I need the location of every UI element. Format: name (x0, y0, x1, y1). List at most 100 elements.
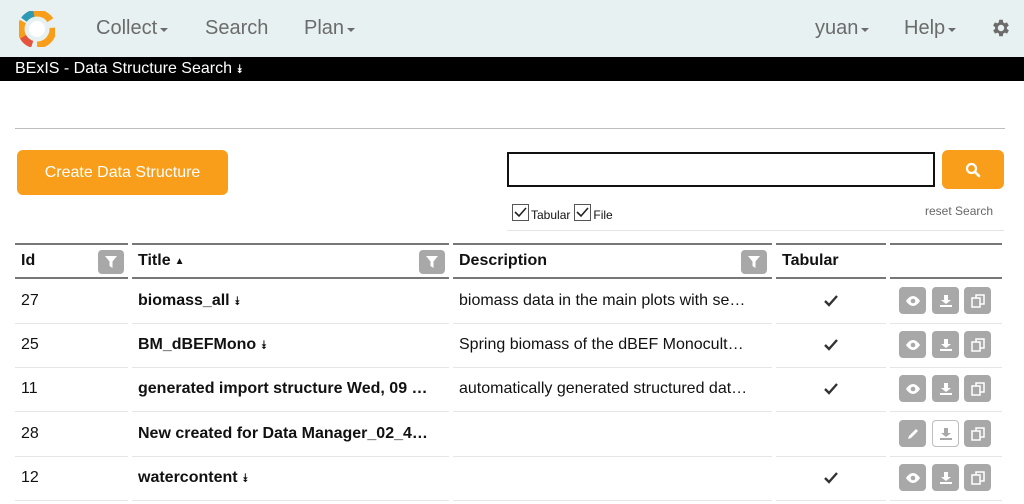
nav-help[interactable]: Help (904, 17, 957, 40)
row-title[interactable]: biomass_all (138, 292, 230, 310)
row-title[interactable]: generated import structure Wed, 09 … (138, 380, 428, 398)
table-row: 28 New created for Data Manager_02_4… (15, 412, 1005, 457)
page-title: BExIS - Data Structure Search (15, 60, 232, 77)
table-row: 12 watercontent ⯯ (15, 456, 1005, 501)
checkmark-icon (514, 206, 527, 217)
row-id: 28 (21, 425, 39, 442)
search-icon (965, 162, 981, 177)
row-description: Spring biomass of the dBEF Monocult… (459, 336, 744, 353)
edit-button[interactable] (899, 420, 926, 447)
filter-icon[interactable] (98, 250, 124, 274)
copy-button[interactable] (964, 331, 991, 358)
nav-user[interactable]: yuan (815, 17, 870, 40)
view-button[interactable] (899, 287, 926, 314)
column-header-id[interactable]: Id (15, 243, 128, 279)
tabular-checkbox-label: Tabular (531, 208, 571, 222)
eye-icon (905, 472, 920, 483)
filter-checkboxes: Tabular File (512, 202, 617, 222)
table-row: 11 generated import structure Wed, 09 … au… (15, 367, 1005, 412)
copy-icon (970, 381, 985, 396)
checkmark-icon (824, 472, 838, 484)
eye-icon (905, 339, 920, 350)
nav-collect[interactable]: Collect (96, 17, 169, 40)
funnel-icon (748, 256, 760, 268)
file-checkbox[interactable] (574, 203, 592, 221)
checkmark-icon (824, 295, 838, 307)
column-header-tabular[interactable]: Tabular (776, 243, 886, 279)
view-button[interactable] (899, 464, 926, 491)
row-id: 25 (21, 336, 39, 353)
search-button[interactable] (942, 150, 1004, 189)
filter-icon[interactable] (419, 250, 445, 274)
create-data-structure-button[interactable]: Create Data Structure (17, 150, 228, 195)
row-title[interactable]: watercontent (138, 469, 238, 487)
divider (15, 128, 1005, 129)
divider (507, 230, 1004, 231)
column-header-title[interactable]: Title ▲ (132, 243, 449, 279)
nav-user-label: yuan (815, 17, 859, 39)
copy-button[interactable] (964, 464, 991, 491)
table-row: 25 BM_dBEFMono ⯯ Spring biomass of the dBEF… (15, 323, 1005, 368)
pencil-icon (907, 428, 918, 439)
row-id: 12 (21, 469, 39, 486)
row-title[interactable]: New created for Data Manager_02_4… (138, 425, 428, 443)
download-button[interactable] (932, 287, 959, 314)
funnel-icon (105, 256, 117, 268)
nav-plan-label: Plan (304, 17, 345, 39)
download-button[interactable] (932, 375, 959, 402)
download-icon (939, 338, 952, 351)
table-row: 27 biomass_all ⯯ biomass data in the main p… (15, 279, 1005, 324)
copy-button[interactable] (964, 287, 991, 314)
double-chevron-down-icon[interactable]: ⯯ (234, 294, 241, 309)
row-description: automatically generated structured dat… (459, 380, 748, 397)
row-title[interactable]: BM_dBEFMono (138, 336, 256, 354)
column-header-actions (890, 243, 1002, 279)
copy-icon (970, 426, 985, 441)
reset-search-link[interactable]: reset Search (925, 204, 993, 218)
bexis-logo[interactable] (19, 11, 55, 47)
filter-icon[interactable] (741, 250, 767, 274)
eye-icon (905, 383, 920, 394)
download-button[interactable] (932, 464, 959, 491)
double-chevron-down-icon[interactable]: ⯯ (260, 338, 267, 353)
nav-help-label: Help (904, 17, 946, 39)
nav-collect-label: Collect (96, 17, 158, 39)
checkmark-icon (824, 383, 838, 395)
double-chevron-down-icon[interactable]: ⯯ (242, 471, 249, 486)
copy-icon (970, 293, 985, 308)
view-button[interactable] (899, 375, 926, 402)
copy-button[interactable] (964, 420, 991, 447)
copy-icon (970, 337, 985, 352)
row-description: biomass data in the main plots with se… (459, 292, 746, 309)
nav-search-label: Search (205, 17, 269, 39)
nav-plan[interactable]: Plan (304, 17, 356, 40)
file-checkbox-label: File (593, 208, 613, 222)
download-icon (939, 471, 952, 484)
caret-down-icon (347, 28, 356, 32)
checkmark-icon (824, 339, 838, 351)
tabular-checkbox[interactable] (512, 203, 529, 221)
gear-icon[interactable] (990, 17, 1012, 39)
top-navbar: Collect Search Plan yuan Help (0, 0, 1024, 57)
view-button[interactable] (899, 331, 926, 358)
download-icon (939, 294, 952, 307)
row-id: 27 (21, 292, 39, 309)
caret-down-icon (861, 28, 870, 32)
column-header-title-label: Title (138, 252, 171, 269)
copy-button[interactable] (964, 375, 991, 402)
column-header-id-label: Id (21, 252, 36, 269)
column-header-description-label: Description (459, 252, 548, 269)
column-header-tabular-label: Tabular (782, 252, 839, 269)
copy-icon (970, 470, 985, 485)
column-header-description[interactable]: Description (453, 243, 772, 279)
page-titlebar[interactable]: BExIS - Data Structure Search ⯯ (0, 57, 1024, 81)
download-icon (939, 382, 952, 395)
download-button[interactable] (932, 420, 959, 447)
download-button[interactable] (932, 331, 959, 358)
download-icon (939, 427, 952, 440)
search-input[interactable] (507, 152, 935, 187)
nav-search[interactable]: Search (205, 17, 268, 40)
double-chevron-down-icon: ⯯ (235, 62, 244, 76)
funnel-icon (426, 256, 438, 268)
row-id: 11 (21, 380, 38, 397)
